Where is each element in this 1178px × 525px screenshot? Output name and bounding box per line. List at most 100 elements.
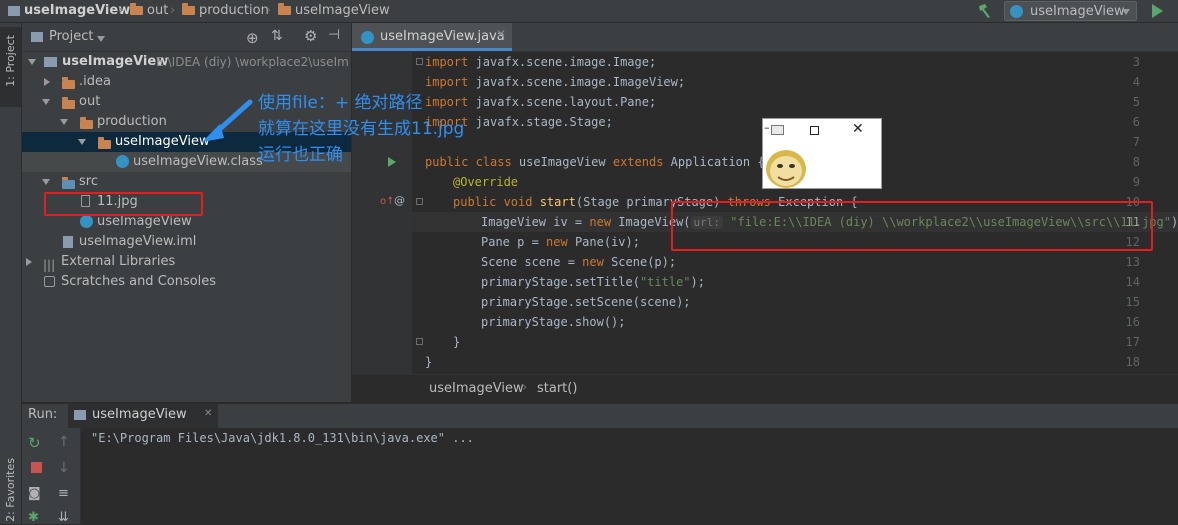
run-config-label: useImageView xyxy=(1030,4,1125,19)
tree-item-scratches[interactable]: Scratches and Consoles xyxy=(22,272,351,292)
tree-item-idea[interactable]: .idea xyxy=(22,72,351,92)
javafx-stage-window[interactable]: – ✕ xyxy=(762,118,882,189)
close-window-icon[interactable]: ✕ xyxy=(852,121,864,137)
breadcrumb-class[interactable]: useImageView xyxy=(429,381,524,396)
code-line-9: @Override xyxy=(453,175,519,189)
build-hammer-icon[interactable] xyxy=(976,2,992,20)
run-label: Run: xyxy=(28,407,58,422)
chevron-down-icon[interactable] xyxy=(42,99,50,105)
locate-icon[interactable]: ⊕ xyxy=(246,29,259,47)
project-icon xyxy=(8,5,20,16)
code-line-3: import javafx.scene.image.Image; xyxy=(425,55,657,69)
fold-icon[interactable] xyxy=(416,338,423,345)
down-arrow-icon[interactable]: ↓ xyxy=(58,460,70,476)
chevron-right-icon: › xyxy=(522,380,528,395)
folder-icon xyxy=(182,3,195,15)
fold-icon[interactable] xyxy=(416,58,423,65)
class-file-icon xyxy=(116,155,129,168)
rerun-icon[interactable]: ↻ xyxy=(28,434,41,452)
java-class-icon xyxy=(361,31,374,44)
run-tab-useimageview[interactable]: useImageView ✕ xyxy=(68,404,218,428)
breadcrumb-production[interactable]: production xyxy=(182,2,269,20)
scratches-icon xyxy=(44,276,55,287)
code-line-4: import javafx.scene.image.ImageView; xyxy=(425,75,686,89)
breadcrumb-useimageview[interactable]: useImageView xyxy=(278,2,390,20)
tree-item-external-libraries[interactable]: ||| External Libraries xyxy=(22,252,351,272)
folder-icon xyxy=(130,3,143,15)
code-line-8: public class useImageView extends Applic… xyxy=(425,155,765,169)
up-arrow-icon[interactable]: ↑ xyxy=(58,434,70,450)
run-panel-header: Run: useImageView ✕ xyxy=(22,403,1178,428)
project-tool-tab[interactable]: 1: Project xyxy=(0,27,21,107)
chevron-right-icon: › xyxy=(266,3,272,18)
run-config-icon xyxy=(74,410,86,420)
code-line-16: primaryStage.show(); xyxy=(481,315,626,329)
code-line-13: Scene scene = new Scene(p); xyxy=(481,255,677,269)
chevron-down-icon[interactable] xyxy=(42,179,50,185)
gear-icon[interactable]: ⚙ xyxy=(304,27,317,45)
breadcrumb-project[interactable]: useImageView xyxy=(8,2,130,20)
breadcrumb-method[interactable]: start() xyxy=(537,381,577,396)
java-class-icon xyxy=(80,215,93,228)
run-icon[interactable] xyxy=(1150,3,1164,19)
tree-item-project-root[interactable]: useImageView E:\IDEA (diy) \workplace2\u… xyxy=(22,52,351,72)
favorites-tool-tab[interactable]: 2: Favorites xyxy=(4,458,17,522)
folder-icon xyxy=(98,137,111,149)
highlight-box-11jpg xyxy=(44,192,203,216)
annotation-arrow-icon xyxy=(202,99,253,142)
override-gutter-icon[interactable]: o↑ xyxy=(380,196,395,207)
tree-item-src[interactable]: src xyxy=(22,172,351,192)
run-toolbar: ↻ ↑ ↓ ◙ ≡ ✱ ⇊ xyxy=(22,428,81,525)
code-line-15: primaryStage.setScene(scene); xyxy=(481,295,691,309)
stop-icon[interactable] xyxy=(31,462,42,473)
minimize-icon[interactable]: ⊣ xyxy=(328,27,340,43)
breadcrumb-out[interactable]: out xyxy=(130,2,168,20)
annotation-gutter-icon: @ xyxy=(394,194,405,207)
highlight-box-file-url xyxy=(671,201,1153,251)
debug-icon[interactable]: ✱ xyxy=(28,510,39,525)
console-output-line: "E:\Program Files\Java\jdk1.8.0_131\bin\… xyxy=(91,431,474,445)
chevron-down-icon xyxy=(1122,9,1130,15)
scroll-end-icon[interactable]: ⇊ xyxy=(58,510,69,525)
chevron-right-icon[interactable] xyxy=(26,258,32,266)
project-panel-title[interactable]: Project xyxy=(49,28,93,46)
tab-useimageview-java[interactable]: useImageView.java ✕ xyxy=(352,23,512,51)
java-class-icon xyxy=(1010,5,1023,18)
window-app-icon xyxy=(771,125,784,135)
soft-wrap-icon[interactable]: ≡ xyxy=(58,486,69,501)
tree-item-iml[interactable]: useImageView.iml xyxy=(22,232,351,252)
iml-file-icon xyxy=(63,236,73,248)
module-folder-icon xyxy=(44,57,57,67)
chevron-right-icon[interactable] xyxy=(44,78,50,86)
chevron-right-icon: › xyxy=(170,3,176,18)
fold-icon[interactable] xyxy=(416,198,423,205)
collapse-icon[interactable]: ⇅ xyxy=(271,28,283,44)
left-tool-stripe: 1: Project 2: Favorites xyxy=(0,23,22,524)
minimize-window-icon[interactable]: – xyxy=(764,121,770,134)
folder-icon xyxy=(62,77,75,89)
code-line-18: } xyxy=(425,355,433,369)
chevron-down-icon[interactable] xyxy=(78,139,86,145)
project-panel-header: Project ⊕ ⇅ ⚙ ⊣ xyxy=(22,23,351,52)
tab-label: useImageView.java xyxy=(380,29,505,44)
run-console[interactable]: "E:\Program Files\Java\jdk1.8.0_131\bin\… xyxy=(81,428,1178,524)
source-folder-icon xyxy=(62,177,75,189)
camera-icon[interactable]: ◙ xyxy=(28,486,41,501)
chevron-down-icon[interactable] xyxy=(28,59,36,65)
maximize-window-icon[interactable] xyxy=(810,126,819,135)
chevron-down-icon[interactable] xyxy=(60,119,68,125)
chevron-down-icon[interactable] xyxy=(97,36,105,42)
code-line-17: } xyxy=(453,335,461,349)
project-view-icon xyxy=(31,32,43,42)
annotation-text: 使用file：+ 绝对路径 就算在这里没有生成11.jpg 运行也正确 xyxy=(258,93,465,165)
chevron-right-icon: › xyxy=(118,3,124,18)
close-icon[interactable]: ✕ xyxy=(496,27,506,41)
editor-breadcrumb-bar: useImageView › start() xyxy=(352,374,1178,403)
run-config-select[interactable]: useImageView xyxy=(1004,1,1137,21)
displayed-image xyxy=(766,150,806,188)
folder-icon xyxy=(62,97,75,109)
close-icon[interactable]: ✕ xyxy=(204,408,212,419)
folder-icon xyxy=(278,3,291,15)
code-line-14: primaryStage.setTitle("title"); xyxy=(481,275,705,289)
code-line-12: Pane p = new Pane(iv); xyxy=(481,235,640,249)
